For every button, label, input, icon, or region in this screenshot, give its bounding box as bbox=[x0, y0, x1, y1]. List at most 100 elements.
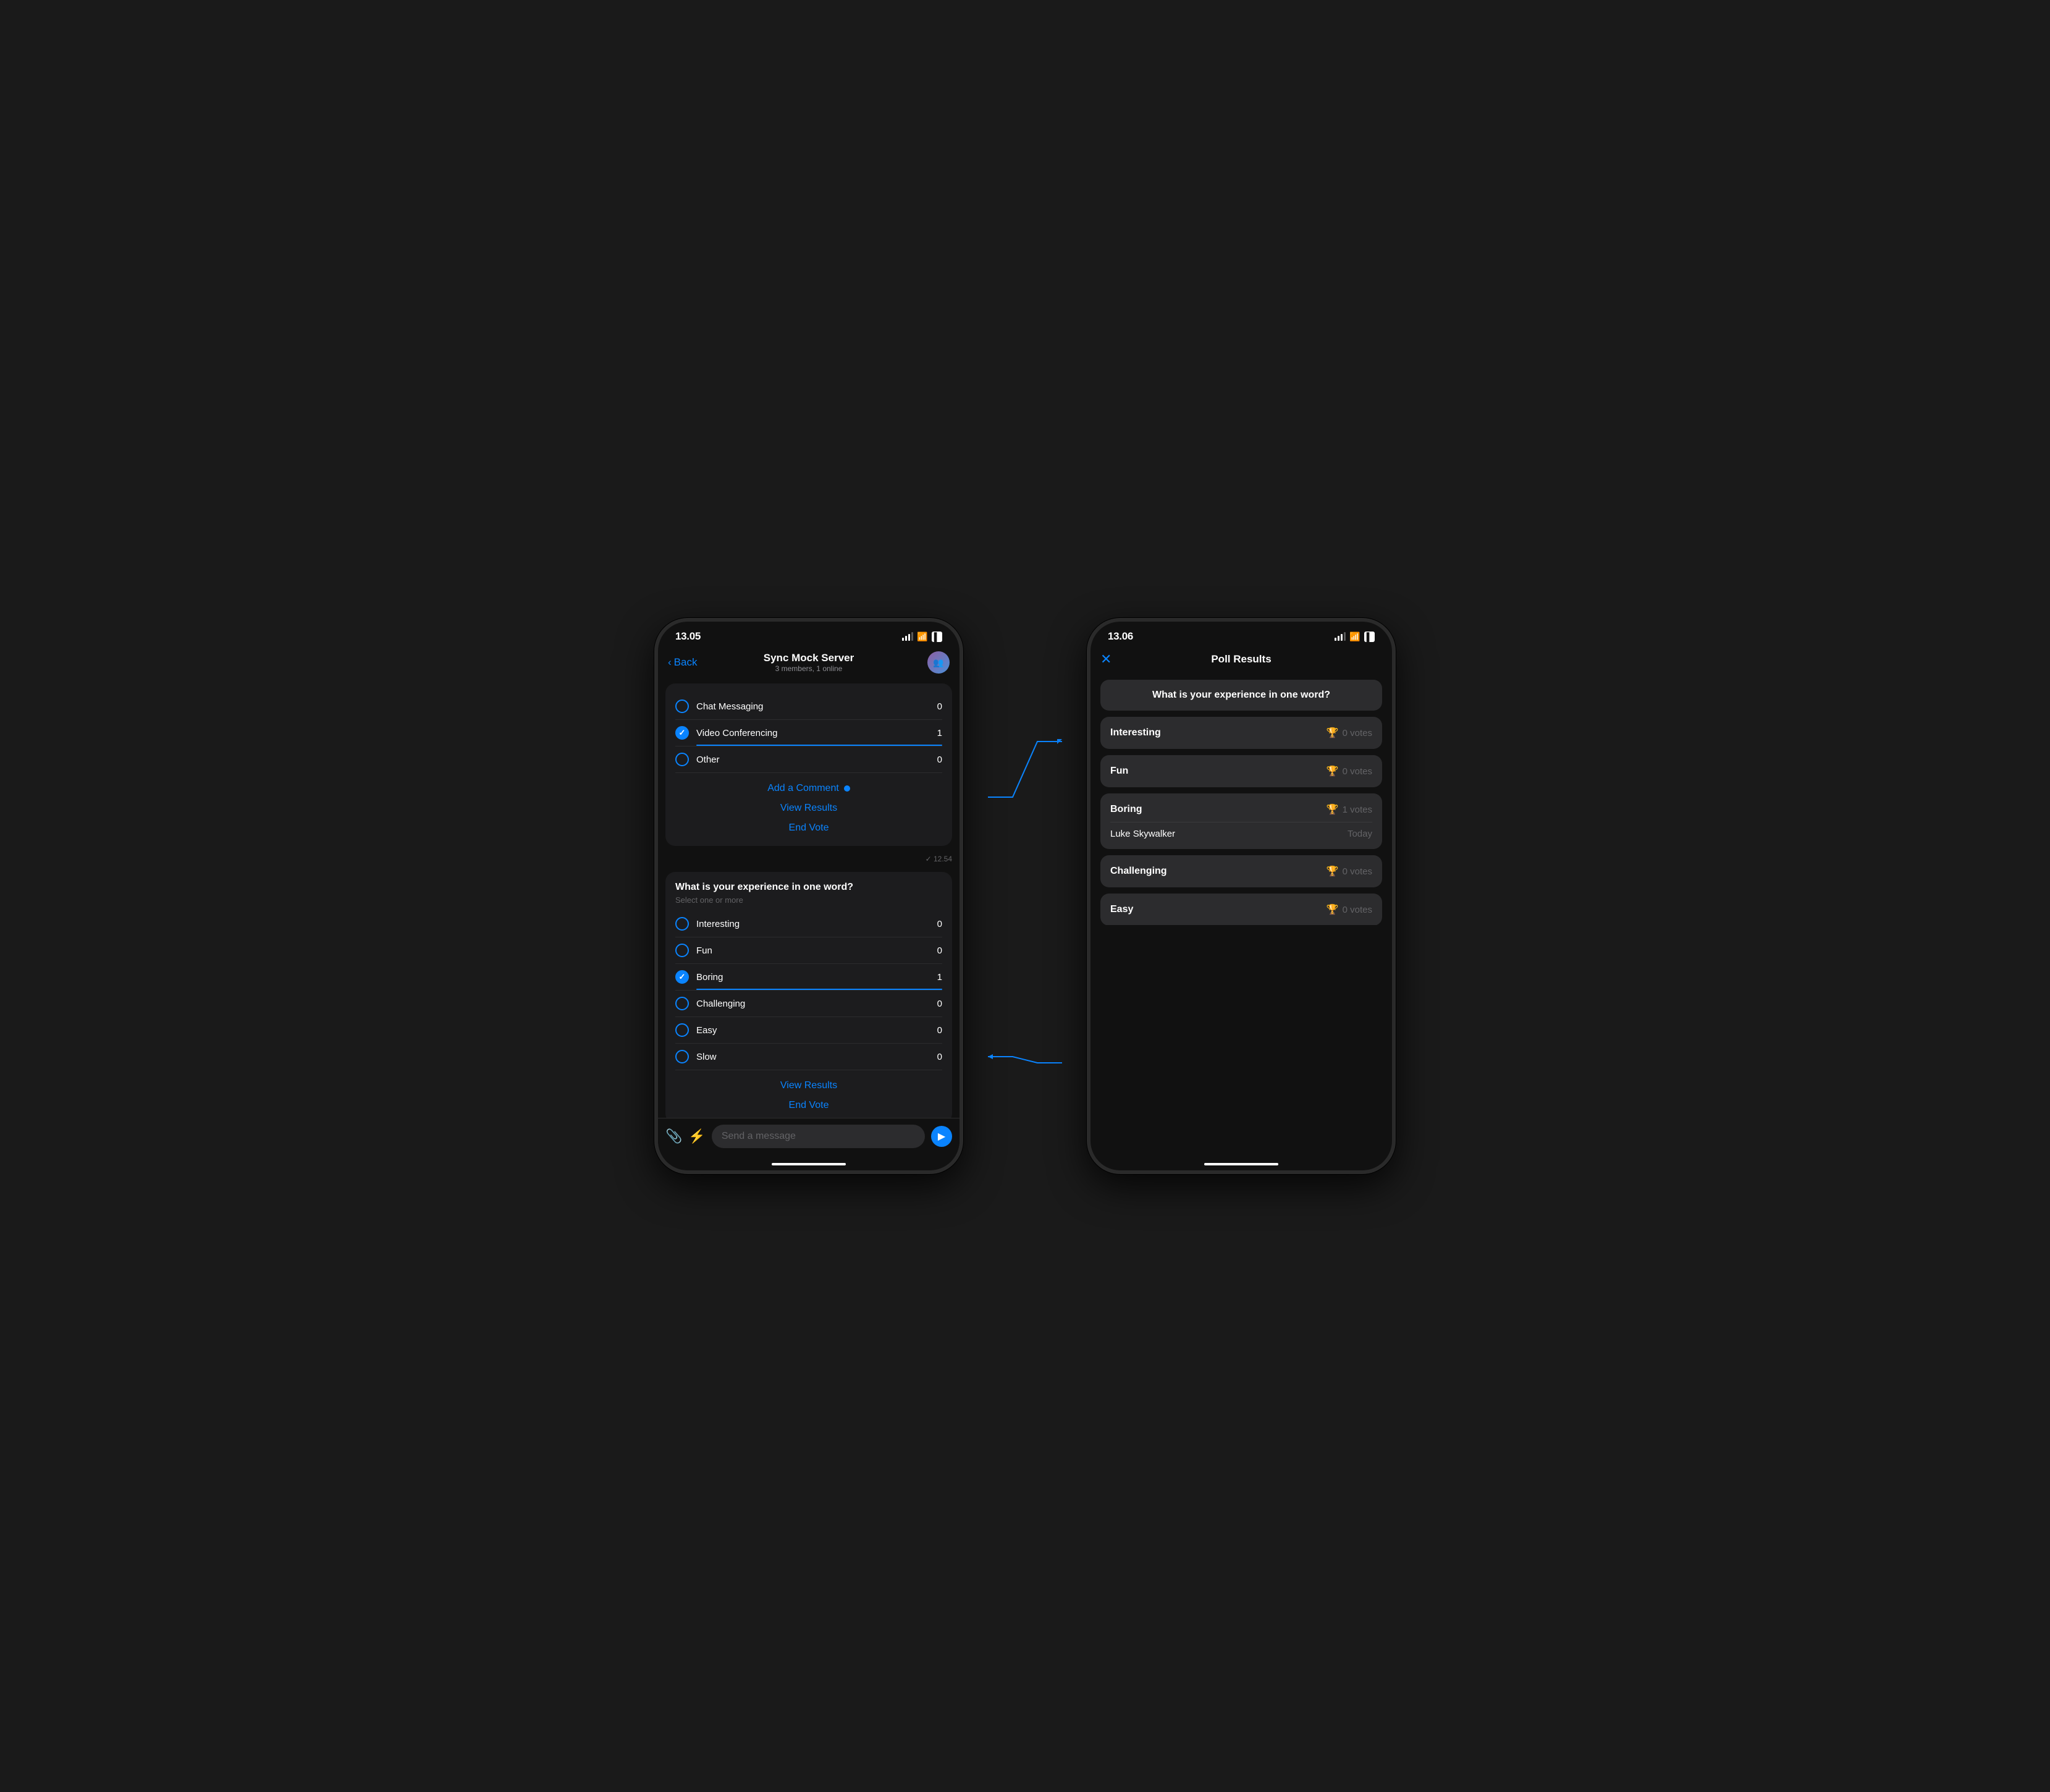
result-easy-votes: 🏆 0 votes bbox=[1327, 903, 1372, 916]
close-button[interactable]: ✕ bbox=[1100, 651, 1111, 667]
poll2-label-challenging: Challenging bbox=[696, 999, 930, 1009]
nav-center: Sync Mock Server 3 members, 1 online bbox=[764, 652, 854, 673]
poll1-count-video: 1 bbox=[930, 728, 942, 738]
poll1-label-chat: Chat Messaging bbox=[696, 701, 930, 712]
poll2-radio-challenging[interactable] bbox=[675, 997, 689, 1010]
right-time: 13.06 bbox=[1108, 630, 1133, 643]
result-boring: Boring 🏆 1 votes Luke Skywalker Today bbox=[1100, 793, 1382, 849]
poll2-option-easy[interactable]: Easy 0 bbox=[675, 1017, 942, 1044]
poll1-actions: Add a Comment View Results End Vote bbox=[675, 780, 942, 836]
result-easy-count: 0 votes bbox=[1343, 905, 1372, 915]
voter-row-boring: Luke Skywalker Today bbox=[1110, 822, 1372, 839]
result-fun-row: Fun 🏆 0 votes bbox=[1110, 765, 1372, 777]
home-indicator bbox=[772, 1163, 846, 1165]
poll2-radio-easy[interactable] bbox=[675, 1023, 689, 1037]
right-status-bar: 13.06 📶 ▌ bbox=[1090, 622, 1392, 646]
poll2-count-fun: 0 bbox=[930, 945, 942, 956]
timestamp-1: ✓ 12.54 bbox=[665, 853, 952, 864]
result-interesting-votes: 🏆 0 votes bbox=[1327, 727, 1372, 739]
back-button[interactable]: ‹ Back bbox=[668, 656, 697, 669]
poll2-radio-fun[interactable] bbox=[675, 944, 689, 957]
poll1-option-video[interactable]: Video Conferencing 1 bbox=[675, 720, 942, 746]
results-spacer bbox=[1090, 925, 1392, 1163]
add-comment-button[interactable]: Add a Comment bbox=[767, 780, 850, 797]
right-home-indicator bbox=[1204, 1163, 1278, 1165]
connector-area bbox=[988, 618, 1062, 1174]
result-interesting-name: Interesting bbox=[1110, 727, 1161, 738]
result-challenging-name: Challenging bbox=[1110, 866, 1167, 877]
poll2-count-easy: 0 bbox=[930, 1025, 942, 1036]
poll2-option-boring[interactable]: Boring 1 bbox=[675, 964, 942, 991]
result-easy: Easy 🏆 0 votes bbox=[1100, 894, 1382, 925]
left-status-icons: 📶 ▌ bbox=[902, 632, 942, 642]
message-input-wrap[interactable]: Send a message bbox=[712, 1125, 925, 1148]
poll1-count-chat: 0 bbox=[930, 701, 942, 712]
close-label: ✕ bbox=[1100, 651, 1111, 667]
poll2-count-interesting: 0 bbox=[930, 919, 942, 929]
result-challenging-row: Challenging 🏆 0 votes bbox=[1110, 865, 1372, 877]
poll1-option-chat[interactable]: Chat Messaging 0 bbox=[675, 693, 942, 720]
result-easy-name: Easy bbox=[1110, 904, 1133, 915]
result-interesting-count: 0 votes bbox=[1343, 728, 1372, 738]
poll2-radio-slow[interactable] bbox=[675, 1050, 689, 1063]
attach-button[interactable]: 📎 bbox=[665, 1128, 682, 1144]
end-vote-label-2: End Vote bbox=[789, 1100, 829, 1111]
battery-icon: ▌ bbox=[932, 632, 942, 642]
end-vote-button-2[interactable]: End Vote bbox=[789, 1097, 829, 1114]
result-boring-votes: 🏆 1 votes bbox=[1327, 803, 1372, 816]
voter-name-boring: Luke Skywalker bbox=[1110, 829, 1175, 839]
poll-card-1: Chat Messaging 0 Video Conferencing 1 Ot… bbox=[665, 683, 952, 846]
wifi-icon: 📶 bbox=[917, 632, 927, 642]
right-phone: 13.06 📶 ▌ ✕ Poll Results bbox=[1087, 618, 1396, 1174]
poll2-option-challenging[interactable]: Challenging 0 bbox=[675, 991, 942, 1017]
poll1-label-other: Other bbox=[696, 754, 930, 765]
poll1-radio-other[interactable] bbox=[675, 753, 689, 766]
left-phone: 13.05 📶 ▌ ‹ Back Sync Mock Server 3 me bbox=[654, 618, 963, 1174]
lightning-button[interactable]: ⚡ bbox=[688, 1128, 705, 1144]
trophy-icon: 🏆 bbox=[1327, 727, 1339, 739]
end-vote-button-1[interactable]: End Vote bbox=[789, 820, 829, 836]
poll1-radio-chat[interactable] bbox=[675, 699, 689, 713]
add-comment-label: Add a Comment bbox=[767, 783, 839, 794]
result-easy-row: Easy 🏆 0 votes bbox=[1110, 903, 1372, 916]
right-battery-icon: ▌ bbox=[1364, 632, 1375, 642]
message-placeholder: Send a message bbox=[722, 1131, 796, 1142]
results-title: Poll Results bbox=[1211, 653, 1271, 666]
poll1-progress-video bbox=[696, 745, 942, 746]
chat-scroll: Chat Messaging 0 Video Conferencing 1 Ot… bbox=[658, 678, 960, 1118]
poll2-count-challenging: 0 bbox=[930, 999, 942, 1009]
poll2-label-interesting: Interesting bbox=[696, 919, 930, 929]
avatar-group[interactable]: 👥 bbox=[927, 651, 950, 674]
poll2-progress-boring bbox=[696, 989, 942, 990]
poll2-actions: View Results End Vote bbox=[675, 1078, 942, 1114]
left-nav-bar: ‹ Back Sync Mock Server 3 members, 1 onl… bbox=[658, 646, 960, 678]
signal-bars-icon bbox=[902, 632, 913, 641]
poll1-option-other[interactable]: Other 0 bbox=[675, 746, 942, 773]
results-screen: ✕ Poll Results What is your experience i… bbox=[1090, 646, 1392, 1163]
poll2-radio-interesting[interactable] bbox=[675, 917, 689, 931]
poll2-option-slow[interactable]: Slow 0 bbox=[675, 1044, 942, 1070]
poll2-option-interesting[interactable]: Interesting 0 bbox=[675, 911, 942, 937]
send-button[interactable]: ▶ bbox=[931, 1126, 952, 1147]
trophy-challenging-icon: 🏆 bbox=[1327, 865, 1339, 877]
poll2-meta: Select one or more bbox=[675, 895, 942, 905]
view-results-label-2: View Results bbox=[780, 1080, 837, 1091]
add-comment-dot-icon bbox=[844, 785, 850, 792]
result-challenging: Challenging 🏆 0 votes bbox=[1100, 855, 1382, 887]
voter-time-boring: Today bbox=[1348, 829, 1372, 839]
result-fun-count: 0 votes bbox=[1343, 766, 1372, 777]
result-boring-name: Boring bbox=[1110, 804, 1142, 815]
server-meta: 3 members, 1 online bbox=[764, 664, 854, 673]
end-vote-label-1: End Vote bbox=[789, 822, 829, 834]
result-challenging-votes: 🏆 0 votes bbox=[1327, 865, 1372, 877]
view-results-button-2[interactable]: View Results bbox=[780, 1078, 837, 1094]
poll2-option-fun[interactable]: Fun 0 bbox=[675, 937, 942, 964]
poll1-radio-video[interactable] bbox=[675, 726, 689, 740]
poll2-radio-boring[interactable] bbox=[675, 970, 689, 984]
view-results-button-1[interactable]: View Results bbox=[780, 800, 837, 816]
results-nav: ✕ Poll Results bbox=[1090, 646, 1392, 672]
trophy-easy-icon: 🏆 bbox=[1327, 903, 1339, 916]
left-time: 13.05 bbox=[675, 630, 701, 643]
result-fun-votes: 🏆 0 votes bbox=[1327, 765, 1372, 777]
results-scroll: What is your experience in one word? Int… bbox=[1090, 672, 1392, 925]
